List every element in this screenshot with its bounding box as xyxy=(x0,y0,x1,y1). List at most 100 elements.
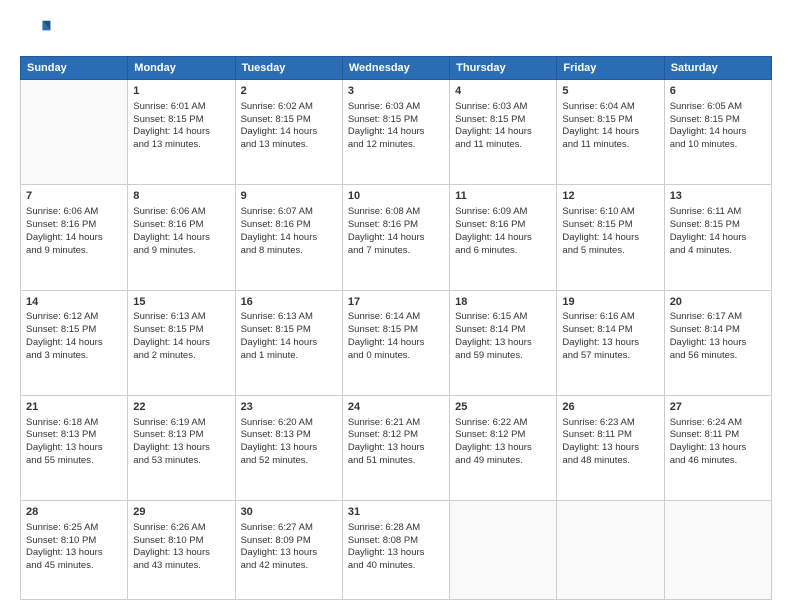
day-info: Sunrise: 6:09 AMSunset: 8:16 PMDaylight:… xyxy=(455,206,551,257)
day-number: 8 xyxy=(133,189,229,204)
day-number: 30 xyxy=(241,505,337,520)
logo-icon xyxy=(20,16,52,48)
day-number: 6 xyxy=(670,84,766,99)
day-number: 11 xyxy=(455,189,551,204)
day-info: Sunrise: 6:03 AMSunset: 8:15 PMDaylight:… xyxy=(348,101,444,152)
day-number: 27 xyxy=(670,400,766,415)
day-number: 19 xyxy=(562,295,658,310)
day-number: 15 xyxy=(133,295,229,310)
calendar-cell: 20Sunrise: 6:17 AMSunset: 8:14 PMDayligh… xyxy=(664,290,771,395)
calendar-cell: 31 Sunrise: 6:28 AMSunset: 8:08 PMDayligh… xyxy=(342,501,449,600)
day-number: 9 xyxy=(241,189,337,204)
calendar-cell: 3 Sunrise: 6:03 AMSunset: 8:15 PMDaylight… xyxy=(342,80,449,185)
day-number: 31 xyxy=(348,505,444,520)
calendar-cell: 25 Sunrise: 6:22 AMSunset: 8:12 PMDayligh… xyxy=(450,395,557,500)
calendar-cell: 9 Sunrise: 6:07 AMSunset: 8:16 PMDaylight… xyxy=(235,185,342,290)
day-info: Sunrise: 6:22 AMSunset: 8:12 PMDaylight:… xyxy=(455,417,551,468)
day-number: 18 xyxy=(455,295,551,310)
calendar-cell: 4 Sunrise: 6:03 AMSunset: 8:15 PMDaylight… xyxy=(450,80,557,185)
day-header-tuesday: Tuesday xyxy=(235,57,342,80)
day-info: Sunrise: 6:08 AMSunset: 8:16 PMDaylight:… xyxy=(348,206,444,257)
week-row-2: 7 Sunrise: 6:06 AMSunset: 8:16 PMDaylight… xyxy=(21,185,772,290)
day-number: 14 xyxy=(26,295,122,310)
day-number: 10 xyxy=(348,189,444,204)
day-number: 23 xyxy=(241,400,337,415)
week-row-3: 14Sunrise: 6:12 AMSunset: 8:15 PMDayligh… xyxy=(21,290,772,395)
calendar-cell: 14Sunrise: 6:12 AMSunset: 8:15 PMDayligh… xyxy=(21,290,128,395)
calendar-cell: 11 Sunrise: 6:09 AMSunset: 8:16 PMDayligh… xyxy=(450,185,557,290)
calendar-cell: 30 Sunrise: 6:27 AMSunset: 8:09 PMDayligh… xyxy=(235,501,342,600)
calendar-cell: 28Sunrise: 6:25 AMSunset: 8:10 PMDayligh… xyxy=(21,501,128,600)
day-number: 5 xyxy=(562,84,658,99)
calendar-cell: 19Sunrise: 6:16 AMSunset: 8:14 PMDayligh… xyxy=(557,290,664,395)
calendar-cell xyxy=(21,80,128,185)
page: SundayMondayTuesdayWednesdayThursdayFrid… xyxy=(0,0,792,612)
calendar-cell: 5 Sunrise: 6:04 AMSunset: 8:15 PMDaylight… xyxy=(557,80,664,185)
day-number: 28 xyxy=(26,505,122,520)
week-row-4: 21 Sunrise: 6:18 AMSunset: 8:13 PMDayligh… xyxy=(21,395,772,500)
calendar-cell: 27Sunrise: 6:24 AMSunset: 8:11 PMDayligh… xyxy=(664,395,771,500)
day-info: Sunrise: 6:23 AMSunset: 8:11 PMDaylight:… xyxy=(562,417,658,468)
day-info: Sunrise: 6:03 AMSunset: 8:15 PMDaylight:… xyxy=(455,101,551,152)
day-info: Sunrise: 6:13 AMSunset: 8:15 PMDaylight:… xyxy=(133,311,229,362)
calendar-cell: 21 Sunrise: 6:18 AMSunset: 8:13 PMDayligh… xyxy=(21,395,128,500)
calendar-cell: 15Sunrise: 6:13 AMSunset: 8:15 PMDayligh… xyxy=(128,290,235,395)
day-number: 1 xyxy=(133,84,229,99)
day-info: Sunrise: 6:02 AMSunset: 8:15 PMDaylight:… xyxy=(241,101,337,152)
day-header-thursday: Thursday xyxy=(450,57,557,80)
day-number: 25 xyxy=(455,400,551,415)
week-row-5: 28Sunrise: 6:25 AMSunset: 8:10 PMDayligh… xyxy=(21,501,772,600)
day-info: Sunrise: 6:07 AMSunset: 8:16 PMDaylight:… xyxy=(241,206,337,257)
day-info: Sunrise: 6:27 AMSunset: 8:09 PMDaylight:… xyxy=(241,522,337,573)
calendar-cell: 24 Sunrise: 6:21 AMSunset: 8:12 PMDayligh… xyxy=(342,395,449,500)
day-info: Sunrise: 6:17 AMSunset: 8:14 PMDaylight:… xyxy=(670,311,766,362)
day-info: Sunrise: 6:21 AMSunset: 8:12 PMDaylight:… xyxy=(348,417,444,468)
logo xyxy=(20,16,56,48)
day-info: Sunrise: 6:10 AMSunset: 8:15 PMDaylight:… xyxy=(562,206,658,257)
day-info: Sunrise: 6:16 AMSunset: 8:14 PMDaylight:… xyxy=(562,311,658,362)
day-number: 24 xyxy=(348,400,444,415)
day-header-friday: Friday xyxy=(557,57,664,80)
week-row-1: 1 Sunrise: 6:01 AMSunset: 8:15 PMDaylight… xyxy=(21,80,772,185)
calendar-cell: 10 Sunrise: 6:08 AMSunset: 8:16 PMDayligh… xyxy=(342,185,449,290)
day-info: Sunrise: 6:04 AMSunset: 8:15 PMDaylight:… xyxy=(562,101,658,152)
calendar-cell xyxy=(450,501,557,600)
calendar-cell: 2 Sunrise: 6:02 AMSunset: 8:15 PMDaylight… xyxy=(235,80,342,185)
calendar-cell: 22 Sunrise: 6:19 AMSunset: 8:13 PMDayligh… xyxy=(128,395,235,500)
calendar-cell: 13 Sunrise: 6:11 AMSunset: 8:15 PMDayligh… xyxy=(664,185,771,290)
day-info: Sunrise: 6:15 AMSunset: 8:14 PMDaylight:… xyxy=(455,311,551,362)
day-info: Sunrise: 6:01 AMSunset: 8:15 PMDaylight:… xyxy=(133,101,229,152)
day-info: Sunrise: 6:11 AMSunset: 8:15 PMDaylight:… xyxy=(670,206,766,257)
day-info: Sunrise: 6:20 AMSunset: 8:13 PMDaylight:… xyxy=(241,417,337,468)
calendar-table: SundayMondayTuesdayWednesdayThursdayFrid… xyxy=(20,56,772,600)
day-info: Sunrise: 6:28 AMSunset: 8:08 PMDaylight:… xyxy=(348,522,444,573)
calendar-cell: 26 Sunrise: 6:23 AMSunset: 8:11 PMDayligh… xyxy=(557,395,664,500)
day-number: 3 xyxy=(348,84,444,99)
day-number: 20 xyxy=(670,295,766,310)
day-number: 2 xyxy=(241,84,337,99)
calendar-cell: 18Sunrise: 6:15 AMSunset: 8:14 PMDayligh… xyxy=(450,290,557,395)
calendar-cell: 7Sunrise: 6:06 AMSunset: 8:16 PMDaylight… xyxy=(21,185,128,290)
day-number: 7 xyxy=(26,189,122,204)
day-info: Sunrise: 6:05 AMSunset: 8:15 PMDaylight:… xyxy=(670,101,766,152)
day-number: 21 xyxy=(26,400,122,415)
day-number: 26 xyxy=(562,400,658,415)
day-number: 12 xyxy=(562,189,658,204)
day-number: 16 xyxy=(241,295,337,310)
day-info: Sunrise: 6:19 AMSunset: 8:13 PMDaylight:… xyxy=(133,417,229,468)
day-number: 13 xyxy=(670,189,766,204)
calendar-cell: 16Sunrise: 6:13 AMSunset: 8:15 PMDayligh… xyxy=(235,290,342,395)
day-header-monday: Monday xyxy=(128,57,235,80)
day-number: 4 xyxy=(455,84,551,99)
day-header-sunday: Sunday xyxy=(21,57,128,80)
day-info: Sunrise: 6:18 AMSunset: 8:13 PMDaylight:… xyxy=(26,417,122,468)
calendar-cell xyxy=(664,501,771,600)
calendar-cell: 23 Sunrise: 6:20 AMSunset: 8:13 PMDayligh… xyxy=(235,395,342,500)
day-header-wednesday: Wednesday xyxy=(342,57,449,80)
day-info: Sunrise: 6:06 AMSunset: 8:16 PMDaylight:… xyxy=(133,206,229,257)
calendar-cell: 29Sunrise: 6:26 AMSunset: 8:10 PMDayligh… xyxy=(128,501,235,600)
day-number: 22 xyxy=(133,400,229,415)
day-info: Sunrise: 6:13 AMSunset: 8:15 PMDaylight:… xyxy=(241,311,337,362)
day-info: Sunrise: 6:26 AMSunset: 8:10 PMDaylight:… xyxy=(133,522,229,573)
day-number: 17 xyxy=(348,295,444,310)
